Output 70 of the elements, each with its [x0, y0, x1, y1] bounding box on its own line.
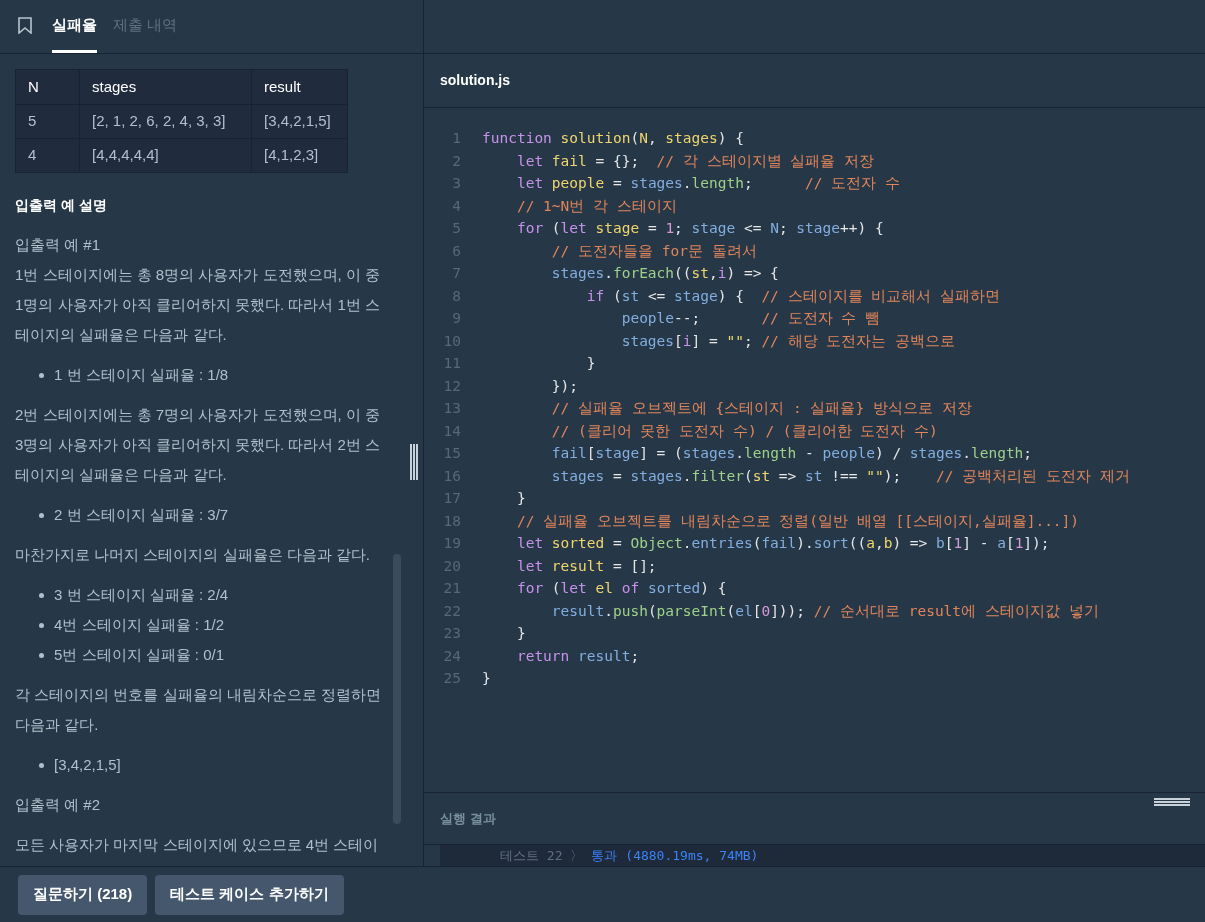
code-line: }: [515, 489, 526, 509]
bullet-icon: [39, 652, 44, 658]
code-line: // 실패율 오브젝트에 {스테이지 : 실패율} 방식으로 저장: [550, 399, 972, 419]
table-cell: [4,1,2,3]: [251, 138, 348, 173]
tab[interactable]: 실패율: [52, 13, 97, 53]
list-item: 1 번 스테이지 실패율 : 1/8: [54, 364, 229, 385]
code-line: fail[stage] = (stages.length - people) / stages.length;: [550, 444, 1033, 464]
code-line: let sorted = Object.entries(fail).sort((a,b) => b[1] - a[1]);: [515, 534, 1050, 554]
file-name[interactable]: solution.js: [440, 70, 510, 91]
bullet-icon: [39, 372, 44, 378]
column-header: N: [15, 69, 80, 105]
list-item: 5번 스테이지 실패율 : 0/1: [54, 644, 225, 665]
separator: 〉: [570, 846, 584, 865]
paragraph-line: 1명의 사용자가 아직 클리어하지 못했다. 따라서 1번 스: [15, 295, 382, 315]
paragraph-line: 3명의 사용자가 아직 클리어하지 못했다. 따라서 2번 스: [15, 435, 382, 455]
column-header: stages: [79, 69, 252, 105]
table-cell: [3,4,2,1,5]: [251, 104, 348, 139]
action-button[interactable]: 질문하기 (218): [18, 874, 148, 915]
table-cell: 4: [15, 138, 80, 173]
code-line: // 1~N번 각 스테이지: [515, 196, 677, 216]
paragraph-line: 각 스테이지의 번호를 실패율의 내림차순으로 정렬하면: [15, 685, 382, 705]
table-cell: [4,4,4,4,4]: [79, 138, 252, 173]
paragraph-line: 입출력 예 #2: [15, 795, 102, 815]
code-line: let people = stages.length; // 도전자 수: [515, 174, 900, 194]
code-line: // 도전자들을 for문 돌려서: [550, 241, 757, 261]
code-line: }: [515, 624, 526, 644]
paragraph-line: 입출력 예 #1: [15, 235, 102, 255]
bookmark-icon[interactable]: [18, 17, 32, 34]
test-result: 통과 (4880.19ms, 74MB): [591, 846, 759, 865]
code-line: }: [585, 354, 596, 374]
paragraph-line: 1번 스테이지에는 총 8명의 사용자가 도전했으며, 이 중: [15, 265, 382, 285]
paragraph-line: 모든 사용자가 마지막 스테이지에 있으므로 4번 스테이: [15, 835, 380, 855]
code-line: let result = [];: [515, 556, 657, 576]
code-line: if (st <= stage) { // 스테이지를 비교해서 실패하면: [585, 286, 1001, 306]
code-line: // (클리어 못한 도전자 수) / (클리어한 도전자 수): [550, 421, 938, 441]
code-line: stages = stages.filter(st => st !== ""); // 공백처리된 도전자 제거: [550, 466, 1130, 486]
code-line: stages[i] = ""; // 해당 도전자는 공백으로: [620, 331, 956, 351]
paragraph-line: 테이지의 실패율은 다음과 같다.: [15, 465, 228, 485]
code-line: }: [482, 669, 491, 689]
paragraph-line: 2번 스테이지에는 총 7명의 사용자가 도전했으며, 이 중: [15, 405, 382, 425]
column-header: result: [251, 69, 348, 105]
resize-handle[interactable]: [410, 444, 418, 480]
bullet-icon: [39, 512, 44, 518]
bullet-icon: [39, 762, 44, 768]
code-line: result.push(parseInt(el[0])); // 순서대로 result에 스테이지값 넣기: [550, 601, 1099, 621]
test-label: 테스트 22: [500, 846, 563, 865]
list-item: 4번 스테이지 실패율 : 1/2: [54, 614, 225, 635]
table-cell: [2, 1, 2, 6, 2, 4, 3, 3]: [79, 104, 252, 139]
code-line: let fail = {}; // 각 스테이지별 실패율 저장: [515, 151, 874, 171]
code-line: for (let stage = 1; stage <= N; stage++) {: [515, 219, 884, 239]
panel-title: 실행 결과: [440, 809, 496, 828]
panel-resize-handle[interactable]: [1154, 798, 1190, 806]
code-line: });: [550, 376, 579, 396]
list-item: 2 번 스테이지 실패율 : 3/7: [54, 504, 229, 525]
code-line: function solution(N, stages) {: [482, 129, 744, 149]
bullet-icon: [39, 622, 44, 628]
bullet-icon: [39, 592, 44, 598]
paragraph-line: 다음과 같다.: [15, 715, 100, 735]
list-item: [3,4,2,1,5]: [54, 754, 121, 775]
code-line: for (let el of sorted) {: [515, 579, 727, 599]
code-line: stages.forEach((st,i) => {: [550, 264, 779, 284]
table-cell: 5: [15, 104, 80, 139]
code-line: return result;: [515, 646, 640, 666]
list-item: 3 번 스테이지 실패율 : 2/4: [54, 584, 229, 605]
code-line: people--; // 도전자 수 뺌: [620, 309, 881, 329]
section-heading: 입출력 예 설명: [15, 196, 108, 215]
code-line: // 실패율 오브젝트를 내림차순으로 정렬(일반 배열 [[스테이지,실패율]...]): [515, 511, 1080, 531]
paragraph-line: 테이지의 실패율은 다음과 같다.: [15, 325, 228, 345]
action-button[interactable]: 테스트 케이스 추가하기: [155, 874, 344, 915]
paragraph-line: 마찬가지로 나머지 스테이지의 실패율은 다음과 같다.: [15, 545, 371, 565]
